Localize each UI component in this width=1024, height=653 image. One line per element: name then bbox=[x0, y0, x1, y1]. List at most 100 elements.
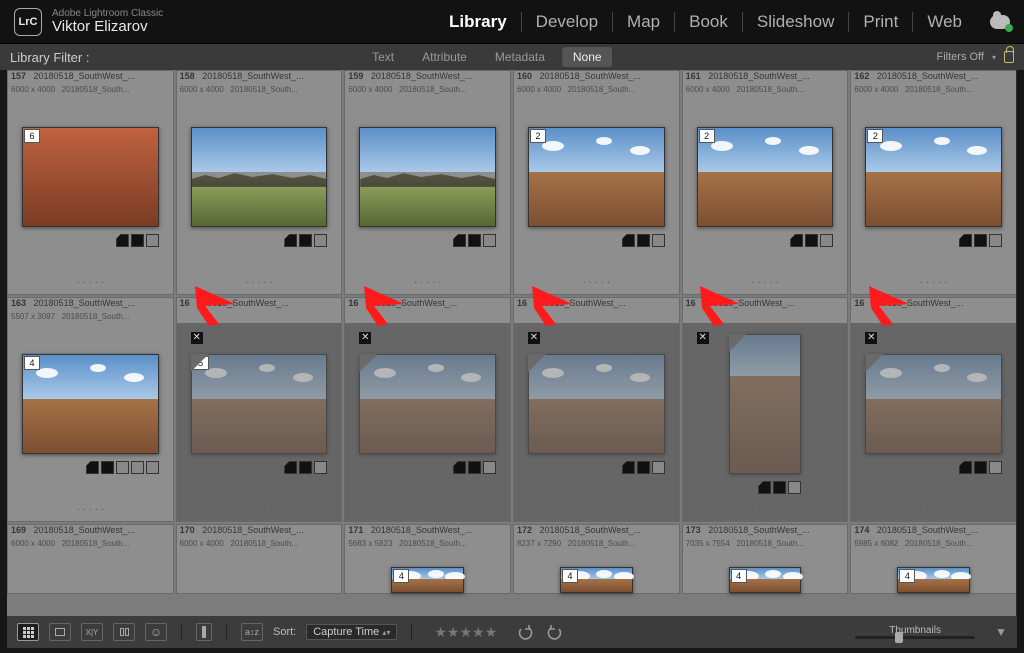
thumbnail-image[interactable] bbox=[22, 127, 159, 227]
module-map[interactable]: Map bbox=[613, 12, 675, 32]
flag-icon[interactable] bbox=[131, 234, 144, 247]
thumb-frame-icon[interactable] bbox=[820, 234, 833, 247]
filter-text[interactable]: Text bbox=[361, 47, 405, 67]
grid-cell[interactable]: 157 20180518_SouthWest_...6000 x 4000 20… bbox=[7, 70, 174, 295]
tag-icon[interactable] bbox=[86, 461, 99, 474]
rating-dots[interactable]: · · · · · bbox=[514, 504, 679, 515]
rating-dots[interactable]: · · · · · bbox=[345, 504, 510, 515]
tag-icon[interactable] bbox=[116, 234, 129, 247]
module-develop[interactable]: Develop bbox=[522, 12, 613, 32]
thumbnail-image[interactable] bbox=[191, 127, 328, 227]
thumbnail-image[interactable] bbox=[22, 354, 159, 454]
thumbnail-image[interactable] bbox=[359, 354, 496, 454]
vertical-scrollbar[interactable] bbox=[1016, 70, 1017, 616]
tag-icon[interactable] bbox=[959, 234, 972, 247]
thumb-frame-icon[interactable] bbox=[989, 461, 1002, 474]
reject-flag-icon[interactable]: ✕ bbox=[528, 332, 540, 344]
thumbnail-image[interactable] bbox=[528, 127, 665, 227]
crop-icon[interactable] bbox=[116, 461, 129, 474]
tag-icon[interactable] bbox=[790, 234, 803, 247]
rating-dots[interactable]: · · · · · bbox=[8, 277, 173, 288]
thumbnail-image[interactable] bbox=[191, 354, 328, 454]
thumbnail-size-slider[interactable] bbox=[855, 636, 975, 639]
grid-cell[interactable]: 160 20180518_SouthWest_...6000 x 4000 20… bbox=[513, 70, 680, 295]
rating-dots[interactable]: · · · · · bbox=[683, 504, 848, 515]
grid-cell[interactable]: 16 180518_SouthWest_... 5✕· · · · · bbox=[176, 297, 343, 522]
sort-select[interactable]: Capture Time ▴▾ bbox=[306, 624, 397, 640]
rating-dots[interactable]: · · · · · bbox=[851, 504, 1016, 515]
module-slideshow[interactable]: Slideshow bbox=[743, 12, 850, 32]
filter-metadata[interactable]: Metadata bbox=[484, 47, 556, 67]
flag-icon[interactable] bbox=[974, 234, 987, 247]
loupe-view-button[interactable] bbox=[49, 623, 71, 641]
tag-icon[interactable] bbox=[453, 461, 466, 474]
thumb-frame-icon[interactable] bbox=[483, 234, 496, 247]
tag-icon[interactable] bbox=[622, 461, 635, 474]
flag-icon[interactable] bbox=[637, 234, 650, 247]
grid-cell[interactable]: 16 180518_SouthWest_... ✕· · · · · bbox=[344, 297, 511, 522]
grid-cell[interactable]: 159 20180518_SouthWest_...6000 x 4000 20… bbox=[344, 70, 511, 295]
thumb-frame-icon[interactable] bbox=[314, 234, 327, 247]
tag-icon[interactable] bbox=[284, 234, 297, 247]
grid-cell[interactable]: 16 180518_SouthWest_... ✕· · · · · bbox=[682, 297, 849, 522]
filter-none[interactable]: None bbox=[562, 47, 613, 67]
grid-cell[interactable]: 171 20180518_SouthWest_...5683 x 5823 20… bbox=[344, 524, 511, 594]
thumbnail-image[interactable] bbox=[865, 354, 1002, 454]
thumb-frame-icon[interactable] bbox=[652, 234, 665, 247]
rating-dots[interactable]: · · · · · bbox=[345, 277, 510, 288]
thumb-frame-icon[interactable] bbox=[483, 461, 496, 474]
thumbnail-image[interactable] bbox=[359, 127, 496, 227]
module-book[interactable]: Book bbox=[675, 12, 743, 32]
grid-cell[interactable]: 161 20180518_SouthWest_...6000 x 4000 20… bbox=[682, 70, 849, 295]
module-library[interactable]: Library bbox=[435, 12, 522, 32]
people-view-button[interactable]: ☺ bbox=[145, 623, 167, 641]
compare-view-button[interactable]: X|Y bbox=[81, 623, 103, 641]
reject-flag-icon[interactable]: ✕ bbox=[865, 332, 877, 344]
thumbnail-image[interactable] bbox=[697, 127, 834, 227]
flag-icon[interactable] bbox=[805, 234, 818, 247]
flag-icon[interactable] bbox=[974, 461, 987, 474]
lock-icon[interactable] bbox=[1004, 51, 1014, 63]
thumb-frame-icon[interactable] bbox=[146, 234, 159, 247]
rotate-cw-icon[interactable] bbox=[545, 624, 565, 640]
tag-icon[interactable] bbox=[758, 481, 771, 494]
grid-cell[interactable]: 174 20180518_SouthWest_...5985 x 6082 20… bbox=[850, 524, 1017, 594]
tag-icon[interactable] bbox=[959, 461, 972, 474]
thumb-frame-icon[interactable] bbox=[989, 234, 1002, 247]
thumb-frame-icon[interactable] bbox=[652, 461, 665, 474]
rotate-ccw-icon[interactable] bbox=[515, 624, 535, 640]
grid-view-button[interactable] bbox=[17, 623, 39, 641]
grid-cell[interactable]: 169 20180518_SouthWest_...6000 x 4000 20… bbox=[7, 524, 174, 594]
grid-cell[interactable]: 173 20180518_SouthWest_...7035 x 7554 20… bbox=[682, 524, 849, 594]
cloud-sync-icon[interactable] bbox=[990, 15, 1010, 29]
rating-dots[interactable]: · · · · · bbox=[851, 277, 1016, 288]
painter-tool-button[interactable] bbox=[196, 623, 212, 641]
adjust-icon[interactable] bbox=[131, 461, 144, 474]
reject-flag-icon[interactable]: ✕ bbox=[191, 332, 203, 344]
grid-cell[interactable]: 16 180518_SouthWest_... ✕· · · · · bbox=[513, 297, 680, 522]
grid-cell[interactable]: 158 20180518_SouthWest_...6000 x 4000 20… bbox=[176, 70, 343, 295]
tag-icon[interactable] bbox=[453, 234, 466, 247]
grid-cell[interactable]: 163 20180518_SouthWest_...5507 x 3097 20… bbox=[7, 297, 174, 522]
thumbnail-image[interactable] bbox=[729, 334, 802, 474]
tag-icon[interactable] bbox=[284, 461, 297, 474]
module-print[interactable]: Print bbox=[849, 12, 913, 32]
rating-dots[interactable]: · · · · · bbox=[177, 504, 342, 515]
flag-icon[interactable] bbox=[773, 481, 786, 494]
rating-dots[interactable]: · · · · · bbox=[8, 504, 173, 515]
thumb-frame-icon[interactable] bbox=[314, 461, 327, 474]
flag-icon[interactable] bbox=[468, 461, 481, 474]
grid-cell[interactable]: 170 20180518_SouthWest_...6000 x 4000 20… bbox=[176, 524, 343, 594]
reject-flag-icon[interactable]: ✕ bbox=[359, 332, 371, 344]
tag-icon[interactable] bbox=[622, 234, 635, 247]
thumb-frame-icon[interactable] bbox=[788, 481, 801, 494]
survey-view-button[interactable] bbox=[113, 623, 135, 641]
thumb-frame-icon[interactable] bbox=[146, 461, 159, 474]
filters-off-toggle[interactable]: Filters Off ▾ bbox=[937, 51, 1015, 63]
rating-dots[interactable]: · · · · · bbox=[514, 277, 679, 288]
filter-attribute[interactable]: Attribute bbox=[411, 47, 478, 67]
flag-icon[interactable] bbox=[637, 461, 650, 474]
flag-icon[interactable] bbox=[101, 461, 114, 474]
rating-dots[interactable]: · · · · · bbox=[683, 277, 848, 288]
grid-cell[interactable]: 16 180518_SouthWest_... ✕· · · · · bbox=[850, 297, 1017, 522]
